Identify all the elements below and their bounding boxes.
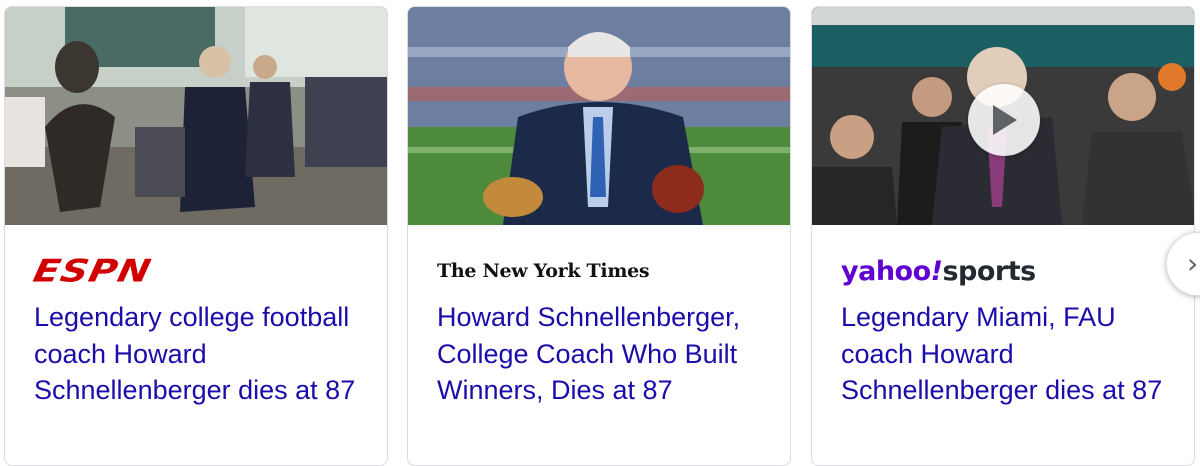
photo-thumbnail[interactable] <box>5 7 387 225</box>
espn-logo: ESPN <box>30 252 155 290</box>
source-logo-espn: ESPN <box>30 253 155 289</box>
news-card-espn[interactable]: ESPN Legendary college football coach Ho… <box>4 6 388 466</box>
headline-link[interactable]: Legendary Miami, FAU coach Howard Schnel… <box>841 299 1181 409</box>
source-logo-nytimes: The New York Times <box>437 253 650 289</box>
photo-thumbnail[interactable] <box>408 7 790 225</box>
headline-link[interactable]: Howard Schnellenberger, College Coach Wh… <box>437 299 777 409</box>
news-card-nytimes[interactable]: The New York Times Howard Schnellenberge… <box>407 6 791 466</box>
source-logo-yahoo-sports: yahoo!sports <box>841 253 1036 289</box>
video-thumbnail[interactable] <box>812 7 1194 225</box>
headline-link[interactable]: Legendary college football coach Howard … <box>34 299 374 409</box>
play-button[interactable] <box>968 84 1040 156</box>
nytimes-logo: The New York Times <box>437 260 650 282</box>
yahoo-sports-logo: yahoo!sports <box>841 255 1036 287</box>
news-card-yahoo-sports[interactable]: yahoo!sports Legendary Miami, FAU coach … <box>811 6 1195 466</box>
play-icon <box>993 105 1017 135</box>
chevron-right-icon: › <box>1187 247 1199 280</box>
